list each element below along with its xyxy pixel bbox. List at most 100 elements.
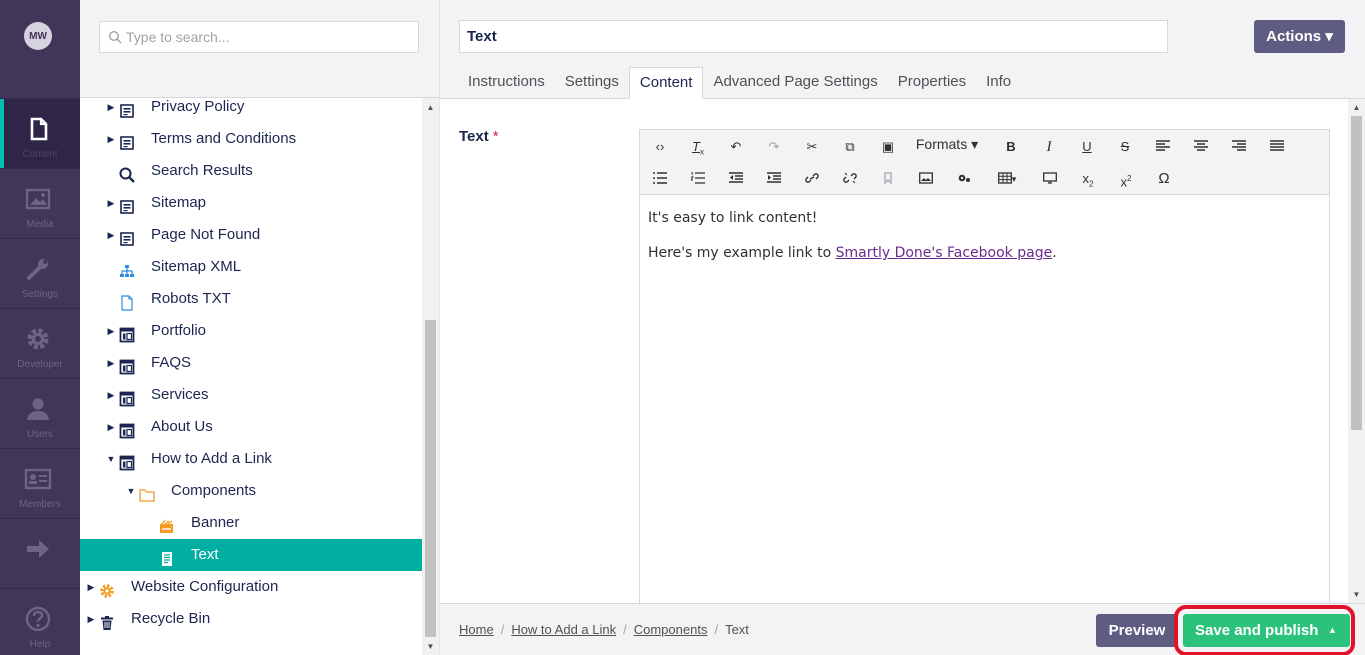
insert-image-button[interactable] [909,165,943,193]
tree-node[interactable]: ▶ Recycle Bin [80,603,422,635]
page-icon [119,195,135,214]
tree-scrollbar-thumb[interactable] [425,320,436,637]
tree-node[interactable]: ▶ Page Not Found [80,219,422,251]
preview-button[interactable]: Preview [1096,614,1178,647]
section-members[interactable]: Members [0,448,80,518]
indent-button[interactable] [757,165,791,193]
bold-button[interactable]: B [994,133,1028,161]
section-deploy[interactable] [0,518,80,588]
special-character-button[interactable]: Ω [1147,165,1181,193]
rte-body[interactable]: It's easy to link content! Here's my exa… [648,210,1057,280]
redo-button[interactable]: ↷ [757,133,791,161]
caret-right-icon[interactable]: ▶ [106,219,116,251]
superscript-button[interactable]: x2 [1109,165,1143,193]
content-tree: ▶ Privacy Policy ▶ Terms and Conditions Sear… [80,91,422,635]
property-label: Text * [459,128,499,145]
section-help[interactable]: Help [0,588,80,655]
unlink-button[interactable] [833,165,867,193]
monitor-icon [1043,172,1057,184]
tree-node[interactable]: ▶ Sitemap [80,187,422,219]
section-media[interactable]: Media [0,168,80,238]
breadcrumb-home[interactable]: Home [459,622,494,637]
node-name-input[interactable]: Text [459,20,1168,53]
clear-format-button[interactable]: Tx [681,133,715,161]
tab-advanced-page-settings[interactable]: Advanced Page Settings [703,67,887,99]
insert-link-button[interactable] [795,165,829,193]
numbered-list-button[interactable] [681,165,715,193]
bullet-list-icon [653,172,667,184]
align-left-button[interactable] [1146,133,1180,161]
copy-button[interactable]: ⧉ [833,133,867,161]
caret-right-icon[interactable]: ▶ [106,315,116,347]
tab-settings[interactable]: Settings [555,67,629,99]
formats-dropdown[interactable]: Formats ▾ [909,130,985,158]
tree-node[interactable]: ▶ Portfolio [80,315,422,347]
tree-node[interactable]: ▶ FAQS [80,347,422,379]
tree-node[interactable]: Sitemap XML [80,251,422,283]
scroll-up-arrow-icon[interactable]: ▲ [425,103,436,113]
section-content[interactable]: Content [0,98,80,169]
tree-node[interactable]: ▶ About Us [80,411,422,443]
caret-right-icon[interactable]: ▶ [86,571,96,603]
subscript-button[interactable]: x2 [1071,165,1105,193]
section-developer[interactable]: Developer [0,308,80,378]
insert-macro-button[interactable] [947,165,981,193]
scroll-down-arrow-icon[interactable]: ▼ [1351,590,1362,599]
search-input[interactable]: Type to search... [99,21,419,53]
caret-right-icon[interactable]: ▶ [106,347,116,379]
source-code-button[interactable]: ‹› [643,133,677,161]
italic-button[interactable]: I [1032,133,1066,161]
bullet-list-button[interactable] [643,165,677,193]
caret-down-icon[interactable]: ▼ [126,475,136,507]
underline-button[interactable]: U [1070,133,1104,161]
tab-content[interactable]: Content [628,67,704,99]
tree-node[interactable]: ▶ Services [80,379,422,411]
caret-right-icon[interactable]: ▶ [106,187,116,219]
tab-properties[interactable]: Properties [888,67,976,99]
scroll-down-arrow-icon[interactable]: ▼ [425,642,436,652]
undo-button[interactable]: ↶ [719,133,753,161]
help-icon [25,606,51,632]
anchor-button[interactable] [871,165,905,193]
align-left-icon [1156,140,1170,151]
align-right-button[interactable] [1222,133,1256,161]
tree-node[interactable]: ▶ Website Configuration [80,571,422,603]
cut-button[interactable]: ✂ [795,133,829,161]
breadcrumb-how-to-add-a-link[interactable]: How to Add a Link [511,622,616,637]
align-center-button[interactable] [1184,133,1218,161]
table-button[interactable]: ▾ [985,165,1029,193]
caret-down-icon[interactable]: ▼ [106,443,116,475]
section-users[interactable]: Users [0,378,80,448]
section-settings[interactable]: Settings [0,238,80,308]
tree-node[interactable]: Banner [80,507,422,539]
tree-node[interactable]: Search Results [80,155,422,187]
tree-node[interactable]: Robots TXT [80,283,422,315]
tree-node[interactable]: ▼ Components [80,475,422,507]
caret-right-icon[interactable]: ▶ [106,411,116,443]
editor-scrollbar-thumb[interactable] [1351,116,1362,430]
tab-instructions[interactable]: Instructions [458,67,555,99]
paste-button[interactable]: ▣ [871,133,905,161]
tab-info[interactable]: Info [976,67,1021,99]
outdent-button[interactable] [719,165,753,193]
search-icon [108,30,122,44]
trash-icon [99,611,115,630]
strikethrough-button[interactable]: S [1108,133,1142,161]
facebook-link[interactable]: Smartly Done's Facebook page [836,245,1053,261]
cog-icon [99,579,115,598]
user-avatar[interactable]: MW [24,22,52,50]
scroll-up-arrow-icon[interactable]: ▲ [1351,103,1362,112]
layout-icon [119,451,135,471]
caret-right-icon[interactable]: ▶ [106,123,116,155]
caret-right-icon[interactable]: ▶ [86,603,96,635]
tree-search-bar: Type to search... [80,0,439,98]
tree-node[interactable]: ▶ Terms and Conditions [80,123,422,155]
caret-right-icon[interactable]: ▶ [106,379,116,411]
justify-button[interactable] [1260,133,1294,161]
breadcrumb-components[interactable]: Components [634,622,708,637]
actions-button[interactable]: Actions ▾ [1254,20,1345,53]
embed-media-button[interactable] [1033,165,1067,193]
tree-node[interactable]: ▼ How to Add a Link [80,443,422,475]
tree-node[interactable]: Text [80,539,422,571]
layout-icon [119,419,135,439]
